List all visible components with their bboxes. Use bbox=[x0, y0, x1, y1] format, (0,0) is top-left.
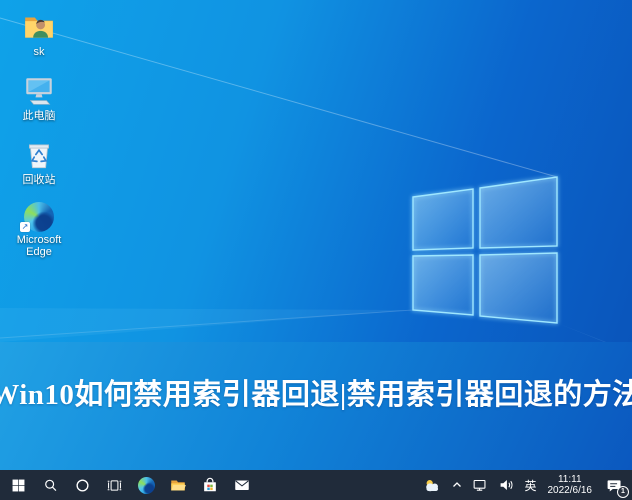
recycle-bin-icon bbox=[22, 138, 56, 172]
system-tray: 英 11:11 2022/6/16 1 bbox=[419, 470, 632, 500]
start-button[interactable] bbox=[2, 470, 34, 500]
banner-title-text: Win10如何禁用索引器回退|禁用索引器回退的方法 bbox=[0, 379, 632, 411]
desktop-icon-sk[interactable]: sk bbox=[6, 10, 72, 62]
windows-desktop-screen: sk 此电脑 回收站 ↗ Microsoft Edge Win10如何禁用索引器… bbox=[0, 0, 632, 500]
task-view-button[interactable] bbox=[98, 470, 130, 500]
this-pc-icon bbox=[22, 74, 56, 108]
weather-button[interactable] bbox=[419, 470, 445, 500]
clock-time: 11:11 bbox=[557, 473, 582, 485]
network-button[interactable] bbox=[469, 470, 491, 500]
desktop-icon-label: 此电脑 bbox=[22, 110, 56, 122]
desktop-icon-column: sk 此电脑 回收站 ↗ Microsoft Edge bbox=[6, 10, 72, 266]
desktop-icon-recycle-bin[interactable]: 回收站 bbox=[6, 138, 72, 190]
windows-logo-wallpaper bbox=[0, 17, 632, 342]
volume-button[interactable] bbox=[495, 470, 517, 500]
mail-button[interactable] bbox=[226, 470, 258, 500]
cortana-icon bbox=[75, 478, 89, 492]
desktop-icon-edge[interactable]: ↗ Microsoft Edge bbox=[6, 202, 72, 258]
edge-icon bbox=[137, 476, 155, 494]
user-folder-icon bbox=[22, 10, 56, 44]
desktop-wallpaper: sk 此电脑 回收站 ↗ Microsoft Edge bbox=[0, 0, 632, 342]
clock[interactable]: 11:11 2022/6/16 bbox=[544, 470, 597, 500]
edge-icon: ↗ bbox=[20, 202, 56, 232]
windows-logo bbox=[412, 176, 558, 324]
file-explorer-icon bbox=[171, 480, 186, 491]
taskbar: 英 11:11 2022/6/16 1 bbox=[0, 470, 632, 500]
weather-cloud-icon bbox=[426, 480, 439, 492]
network-icon bbox=[474, 479, 486, 491]
task-view-icon bbox=[107, 479, 121, 491]
mail-icon bbox=[235, 480, 249, 490]
cortana-button[interactable] bbox=[66, 470, 98, 500]
chevron-up-icon bbox=[453, 482, 462, 487]
file-explorer-button[interactable] bbox=[162, 470, 194, 500]
search-icon bbox=[44, 479, 56, 491]
desktop-icon-label: Microsoft Edge bbox=[16, 234, 62, 258]
taskbar-left-buttons bbox=[0, 470, 258, 500]
search-button[interactable] bbox=[34, 470, 66, 500]
article-title-banner: Win10如何禁用索引器回退|禁用索引器回退的方法 bbox=[0, 342, 632, 470]
desktop-icon-label: sk bbox=[33, 46, 45, 58]
clock-date: 2022/6/16 bbox=[547, 485, 593, 496]
tray-expand-button[interactable] bbox=[449, 470, 465, 500]
ime-language-button[interactable]: 英 bbox=[521, 470, 539, 500]
desktop-icon-label: 回收站 bbox=[22, 174, 56, 186]
volume-icon bbox=[501, 480, 513, 490]
notification-count-badge: 1 bbox=[617, 486, 629, 498]
desktop-icon-this-pc[interactable]: 此电脑 bbox=[6, 74, 72, 126]
start-icon bbox=[12, 479, 24, 491]
shortcut-arrow-icon: ↗ bbox=[20, 222, 30, 232]
store-icon bbox=[204, 477, 216, 492]
store-button[interactable] bbox=[194, 470, 226, 500]
edge-taskbar-button[interactable] bbox=[130, 470, 162, 500]
notification-center-button[interactable]: 1 bbox=[600, 470, 629, 500]
